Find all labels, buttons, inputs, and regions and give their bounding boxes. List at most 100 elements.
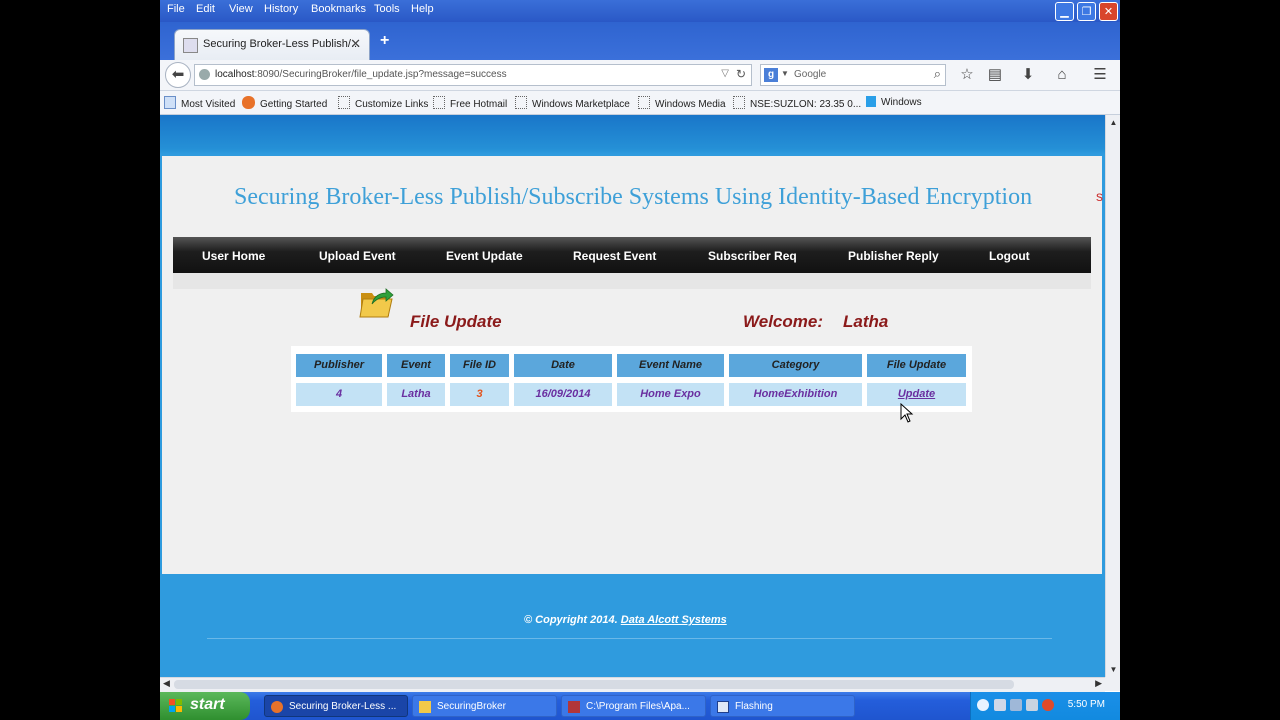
tab-title: Securing Broker-Less Publish/... bbox=[203, 38, 361, 50]
tray-expand-icon[interactable] bbox=[977, 699, 989, 711]
table-header-date: Date bbox=[514, 354, 612, 377]
bookmark-windows[interactable]: Windows bbox=[866, 96, 922, 108]
clock: 5:50 PM bbox=[1067, 699, 1105, 710]
tab-active[interactable]: Securing Broker-Less Publish/... ✕ bbox=[174, 29, 370, 60]
nav-subband bbox=[173, 273, 1091, 289]
menu-bookmarks[interactable]: Bookmarks bbox=[311, 3, 366, 15]
user-name: Latha bbox=[843, 312, 889, 331]
network-icon[interactable] bbox=[994, 699, 1006, 711]
mouse-pointer-icon bbox=[900, 403, 914, 423]
scroll-left-icon[interactable]: ◀ bbox=[163, 678, 170, 689]
navigation-bar: ⬅ localhost:8090/SecuringBroker/file_upd… bbox=[160, 60, 1120, 91]
folder-icon bbox=[419, 701, 431, 713]
page-icon bbox=[515, 96, 527, 109]
engine-dropdown-icon[interactable]: ▼ bbox=[781, 69, 789, 78]
page-title: File Update bbox=[410, 312, 502, 331]
welcome-message: Welcome: Latha bbox=[743, 312, 888, 332]
nav-upload-event[interactable]: Upload Event bbox=[319, 249, 396, 263]
scroll-down-icon[interactable]: ▼ bbox=[1107, 663, 1120, 676]
table-header-file-id: File ID bbox=[450, 354, 509, 377]
menu-edit[interactable]: Edit bbox=[196, 3, 215, 15]
menu-view[interactable]: View bbox=[229, 3, 253, 15]
bookmark-star-icon[interactable]: ☆ bbox=[956, 64, 978, 86]
menu-file[interactable]: File bbox=[167, 3, 185, 15]
bookmark-nse-suzlon[interactable]: NSE:SUZLON: 23.35 0... bbox=[733, 96, 861, 110]
copyright-prefix: © Copyright 2014. bbox=[524, 614, 618, 626]
start-button[interactable]: start bbox=[160, 692, 250, 720]
table-cell-publisher: 4 bbox=[296, 383, 382, 406]
nav-user-home[interactable]: User Home bbox=[202, 249, 265, 263]
table-header-publisher: Publisher bbox=[296, 354, 382, 377]
alert-icon[interactable] bbox=[1042, 699, 1054, 711]
bookmark-customize-links[interactable]: Customize Links bbox=[338, 96, 428, 110]
table-cell-file-id: 3 bbox=[450, 383, 509, 406]
windows-flag-icon bbox=[169, 699, 182, 712]
minimize-button[interactable]: ▁ bbox=[1055, 2, 1074, 21]
menu-history[interactable]: History bbox=[264, 3, 298, 15]
task-flashing[interactable]: Flashing bbox=[710, 695, 855, 717]
search-icon[interactable]: ⌕ bbox=[934, 66, 941, 82]
browser-window: File Edit View History Bookmarks Tools H… bbox=[160, 0, 1120, 720]
copyright-link[interactable]: Data Alcott Systems bbox=[621, 614, 727, 626]
page-favicon-icon bbox=[183, 38, 198, 53]
tab-close-icon[interactable]: ✕ bbox=[350, 36, 361, 52]
display-icon[interactable] bbox=[1010, 699, 1022, 711]
reading-list-icon[interactable]: ▤ bbox=[984, 64, 1006, 86]
task-explorer[interactable]: SecuringBroker bbox=[412, 695, 557, 717]
site-identity-icon bbox=[199, 69, 210, 80]
task-apache[interactable]: C:\Program Files\Apa... bbox=[561, 695, 706, 717]
bookmark-free-hotmail[interactable]: Free Hotmail bbox=[433, 96, 507, 110]
nav-publisher-reply[interactable]: Publisher Reply bbox=[848, 249, 939, 263]
site-title: Securing Broker-Less Publish/Subscribe S… bbox=[234, 184, 1033, 210]
search-box[interactable]: g ▼ Google ⌕ bbox=[760, 64, 946, 86]
history-dropdown-icon[interactable]: ▽ bbox=[721, 68, 729, 79]
new-tab-icon[interactable]: + bbox=[380, 32, 389, 50]
page-icon bbox=[638, 96, 650, 109]
update-link[interactable]: Update bbox=[898, 388, 935, 400]
restore-button[interactable]: ❐ bbox=[1077, 2, 1096, 21]
footer-divider bbox=[207, 638, 1052, 639]
home-icon[interactable]: ⌂ bbox=[1051, 64, 1073, 86]
table-header-event: Event bbox=[387, 354, 445, 377]
tab-strip: Securing Broker-Less Publish/... ✕ + bbox=[160, 22, 1120, 60]
file-update-table: Publisher Event File ID Date Event Name … bbox=[291, 346, 972, 412]
downloads-icon[interactable]: ⬇ bbox=[1017, 64, 1039, 86]
nav-request-event[interactable]: Request Event bbox=[573, 249, 656, 263]
scroll-up-icon[interactable]: ▲ bbox=[1107, 116, 1120, 129]
menu-hamburger-icon[interactable]: ☰ bbox=[1089, 64, 1111, 86]
horizontal-scrollbar[interactable]: ◀ ▶ bbox=[160, 677, 1105, 692]
firefox-icon bbox=[242, 96, 255, 109]
scroll-right-icon[interactable]: ▶ bbox=[1095, 678, 1102, 689]
bookmark-getting-started[interactable]: Getting Started bbox=[242, 96, 327, 110]
table-header-file-update: File Update bbox=[867, 354, 966, 377]
vertical-scrollbar[interactable]: ▲ ▼ bbox=[1105, 115, 1120, 677]
address-bar[interactable]: localhost:8090/SecuringBroker/file_updat… bbox=[194, 64, 752, 86]
back-button[interactable]: ⬅ bbox=[165, 62, 191, 88]
bookmark-most-visited[interactable]: Most Visited bbox=[164, 96, 235, 110]
firefox-icon bbox=[271, 701, 283, 713]
google-engine-icon[interactable]: g bbox=[764, 68, 778, 82]
nav-logout[interactable]: Logout bbox=[989, 249, 1030, 263]
table-header-category: Category bbox=[729, 354, 862, 377]
volume-icon[interactable] bbox=[1026, 699, 1038, 711]
reload-icon[interactable]: ↻ bbox=[736, 67, 746, 81]
horizontal-scroll-thumb[interactable] bbox=[174, 680, 1014, 689]
nav-event-update[interactable]: Event Update bbox=[446, 249, 523, 263]
windows-logo-icon bbox=[866, 96, 876, 107]
menu-help[interactable]: Help bbox=[411, 3, 434, 15]
system-tray: 5:50 PM bbox=[970, 692, 1120, 720]
folder-update-icon bbox=[359, 288, 394, 318]
task-firefox[interactable]: Securing Broker-Less ... bbox=[264, 695, 408, 717]
copyright-text: © Copyright 2014. Data Alcott Systems bbox=[524, 614, 727, 626]
bookmark-windows-media[interactable]: Windows Media bbox=[638, 96, 726, 110]
nav-subscriber-req[interactable]: Subscriber Req bbox=[708, 249, 797, 263]
task-label: Securing Broker-Less ... bbox=[289, 701, 397, 712]
task-label: SecuringBroker bbox=[437, 701, 506, 712]
bookmark-windows-marketplace[interactable]: Windows Marketplace bbox=[515, 96, 630, 110]
close-window-button[interactable]: ✕ bbox=[1099, 2, 1118, 21]
table-header-event-name: Event Name bbox=[617, 354, 724, 377]
search-placeholder: Google bbox=[794, 69, 827, 80]
menu-tools[interactable]: Tools bbox=[374, 3, 400, 15]
table-cell-event: Latha bbox=[387, 383, 445, 406]
bookmarks-toolbar: Most Visited Getting Started Customize L… bbox=[160, 91, 1120, 115]
